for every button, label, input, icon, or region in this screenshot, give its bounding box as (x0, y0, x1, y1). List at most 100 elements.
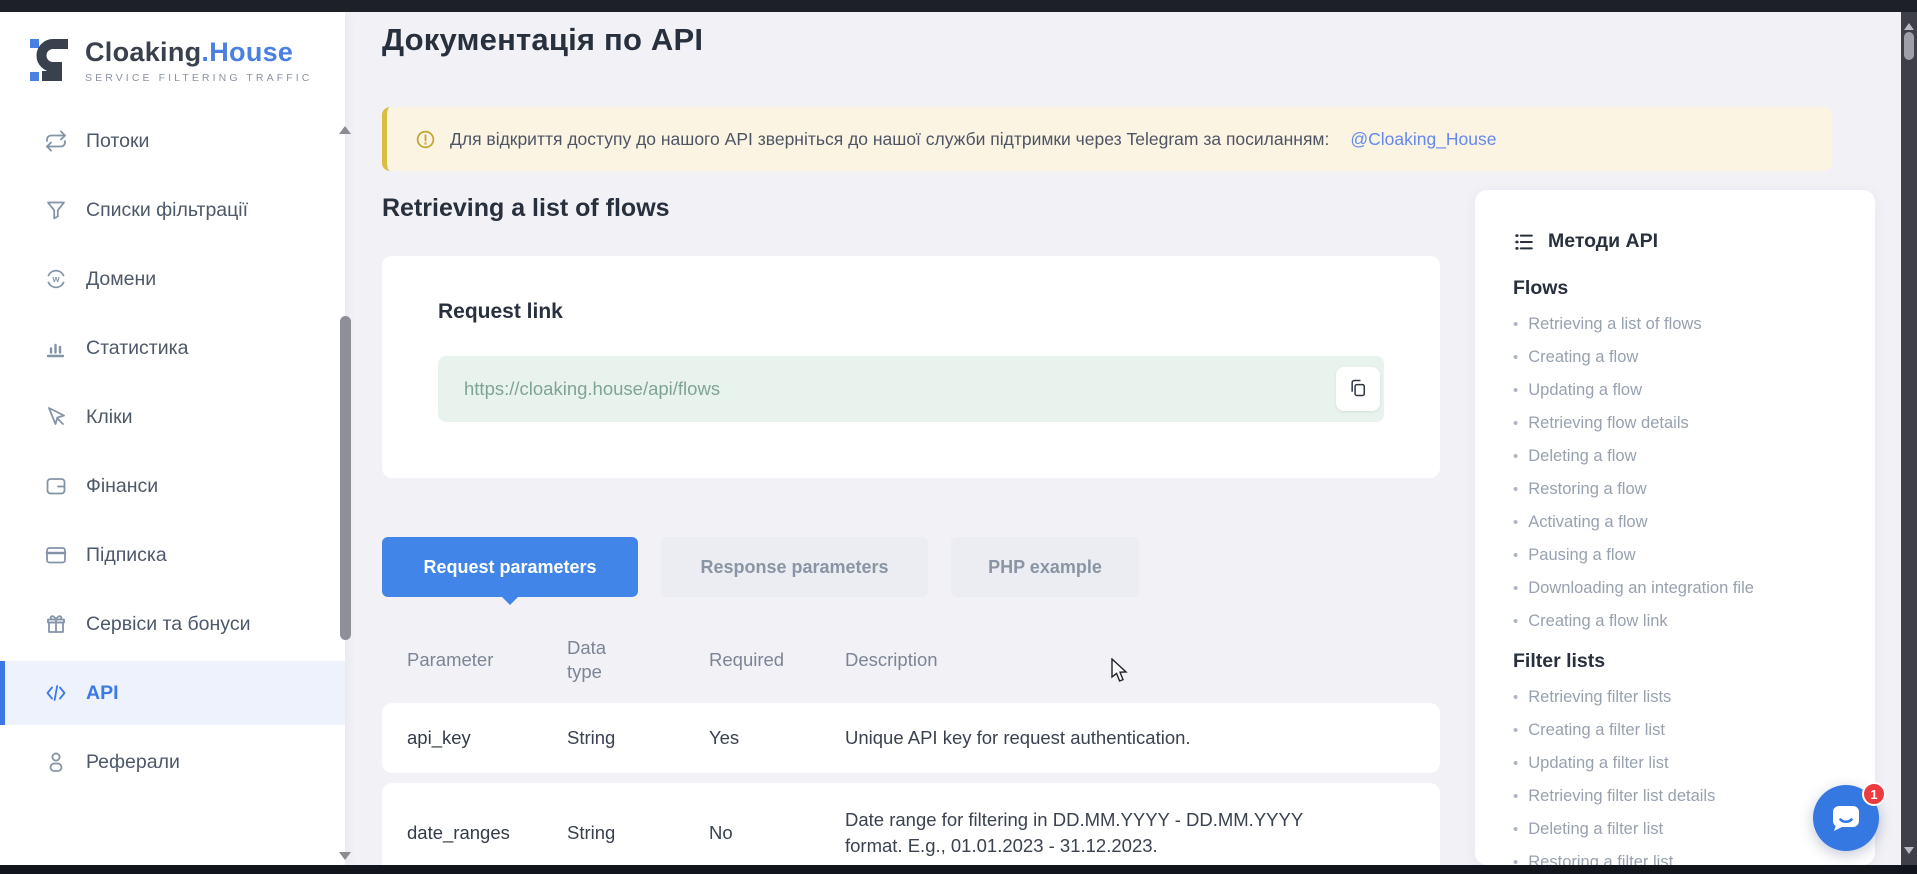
warning-icon (415, 129, 436, 150)
method-link[interactable]: • Creating a flow (1513, 341, 1847, 374)
bullet: • (1513, 748, 1518, 780)
sidebar-scroll-down-arrow[interactable] (339, 852, 351, 866)
request-link-card: Request link https://cloaking.house/api/… (382, 256, 1440, 478)
flows-icon (44, 129, 68, 153)
logo-name: Cloaking.House (85, 37, 312, 68)
method-link[interactable]: • Pausing a flow (1513, 539, 1847, 572)
logo[interactable]: Cloaking.House SERVICE FILTERING TRAFFIC (30, 34, 312, 86)
sidebar-item-кліки[interactable]: Кліки (0, 385, 345, 449)
chat-notification-badge: 1 (1862, 782, 1886, 806)
bullet: • (1513, 474, 1518, 506)
sidebar-item-підписка[interactable]: Підписка (0, 523, 345, 587)
sidebar-item-списки-фільтрації[interactable]: Списки фільтрації (0, 178, 345, 242)
methods-section-title: Flows (1513, 277, 1847, 300)
page-scroll-up-arrow[interactable] (1904, 18, 1914, 30)
sidebar-scrollbar-thumb[interactable] (340, 316, 351, 640)
tabs: Request parameters Response parameters PHP… (382, 537, 1139, 597)
bullet: • (1513, 507, 1518, 539)
methods-section-title: Filter lists (1513, 650, 1847, 673)
sidebar-nav: Потоки Списки фільтрації w Домени Статис… (0, 104, 345, 799)
method-link[interactable]: • Retrieving filter list details (1513, 780, 1847, 813)
sidebar-item-сервіси-та-бонуси[interactable]: Сервіси та бонуси (0, 592, 345, 656)
page-title: Документація по API (382, 22, 703, 58)
method-link[interactable]: • Retrieving flow details (1513, 407, 1847, 440)
method-link[interactable]: • Creating a filter list (1513, 714, 1847, 747)
api-icon (44, 681, 68, 705)
request-url-field[interactable]: https://cloaking.house/api/flows (438, 356, 1384, 422)
tab-1[interactable]: Response parameters (661, 537, 928, 597)
cell-data-type: String (567, 727, 709, 749)
bullet: • (1513, 715, 1518, 747)
methods-section: Filter lists • Retrieving filter lists •… (1513, 650, 1847, 865)
cell-description: Date range for filtering in DD.MM.YYYY -… (845, 807, 1363, 858)
copy-icon (1348, 378, 1368, 401)
finance-icon (44, 474, 68, 498)
sidebar-item-реферали[interactable]: Реферали (0, 730, 345, 794)
banner-text: Для відкриття доступу до нашого API звер… (450, 129, 1329, 150)
info-banner: Для відкриття доступу до нашого API звер… (382, 107, 1832, 171)
telegram-link[interactable]: @Cloaking_House (1350, 129, 1496, 150)
services-icon (44, 612, 68, 636)
chat-icon (1829, 801, 1863, 835)
clicks-icon (44, 405, 68, 429)
list-icon (1513, 231, 1535, 253)
bullet: • (1513, 606, 1518, 638)
sidebar-item-статистика[interactable]: Статистика (0, 316, 345, 380)
table-column-header: Description (845, 649, 1417, 671)
method-link[interactable]: • Deleting a flow (1513, 440, 1847, 473)
page-scrollbar[interactable] (1901, 12, 1917, 865)
browser-bottom-bar (0, 865, 1917, 874)
table-row: api_key String Yes Unique API key for re… (382, 703, 1440, 773)
method-link[interactable]: • Restoring a flow (1513, 473, 1847, 506)
method-link[interactable]: • Downloading an integration file (1513, 572, 1847, 605)
copy-button[interactable] (1336, 367, 1380, 411)
domains-icon: w (44, 267, 68, 291)
methods-section: Flows • Retrieving a list of flows • Cre… (1513, 277, 1847, 638)
page-scrollbar-thumb[interactable] (1904, 32, 1914, 60)
cell-required: No (709, 822, 845, 844)
tab-0[interactable]: Request parameters (382, 537, 638, 597)
page-scroll-down-arrow[interactable] (1904, 847, 1914, 859)
methods-panel-title: Методи API (1548, 230, 1658, 253)
sidebar-item-домени[interactable]: w Домени (0, 247, 345, 311)
section-title: Retrieving a list of flows (382, 194, 670, 223)
tab-2[interactable]: PHP example (951, 537, 1139, 597)
mouse-cursor (1108, 658, 1130, 684)
bullet: • (1513, 441, 1518, 473)
bullet: • (1513, 408, 1518, 440)
bullet: • (1513, 682, 1518, 714)
request-url: https://cloaking.house/api/flows (464, 378, 720, 400)
bullet: • (1513, 847, 1518, 865)
method-link[interactable]: • Activating a flow (1513, 506, 1847, 539)
method-link[interactable]: • Creating a flow link (1513, 605, 1847, 638)
table-row: date_ranges String No Date range for fil… (382, 783, 1440, 874)
methods-sections: Flows • Retrieving a list of flows • Cre… (1513, 277, 1847, 865)
filter-icon (44, 198, 68, 222)
cell-parameter: api_key (407, 727, 567, 749)
sidebar-item-потоки[interactable]: Потоки (0, 109, 345, 173)
bullet: • (1513, 342, 1518, 374)
bullet: • (1513, 540, 1518, 572)
request-link-title: Request link (438, 300, 563, 324)
method-link[interactable]: • Retrieving filter lists (1513, 681, 1847, 714)
table-column-header: Data type (567, 636, 709, 684)
svg-text:w: w (51, 274, 60, 284)
bullet: • (1513, 309, 1518, 341)
app-window: Cloaking.House SERVICE FILTERING TRAFFIC… (0, 0, 1917, 874)
logo-icon (30, 34, 70, 86)
sidebar-item-фінанси[interactable]: Фінанси (0, 454, 345, 518)
subscription-icon (44, 543, 68, 567)
stats-icon (44, 336, 68, 360)
method-link[interactable]: • Deleting a filter list (1513, 813, 1847, 846)
table-column-header: Required (709, 649, 845, 671)
method-link[interactable]: • Updating a filter list (1513, 747, 1847, 780)
method-link[interactable]: • Updating a flow (1513, 374, 1847, 407)
api-methods-panel: Методи API Flows • Retrieving a list of … (1475, 190, 1875, 865)
bullet: • (1513, 573, 1518, 605)
table-header: ParameterData typeRequiredDescription (407, 625, 1417, 695)
sidebar-scroll-up-arrow[interactable] (339, 120, 351, 134)
bullet: • (1513, 375, 1518, 407)
method-link[interactable]: • Restoring a filter list (1513, 846, 1847, 865)
sidebar-item-api[interactable]: API (0, 661, 345, 725)
method-link[interactable]: • Retrieving a list of flows (1513, 308, 1847, 341)
